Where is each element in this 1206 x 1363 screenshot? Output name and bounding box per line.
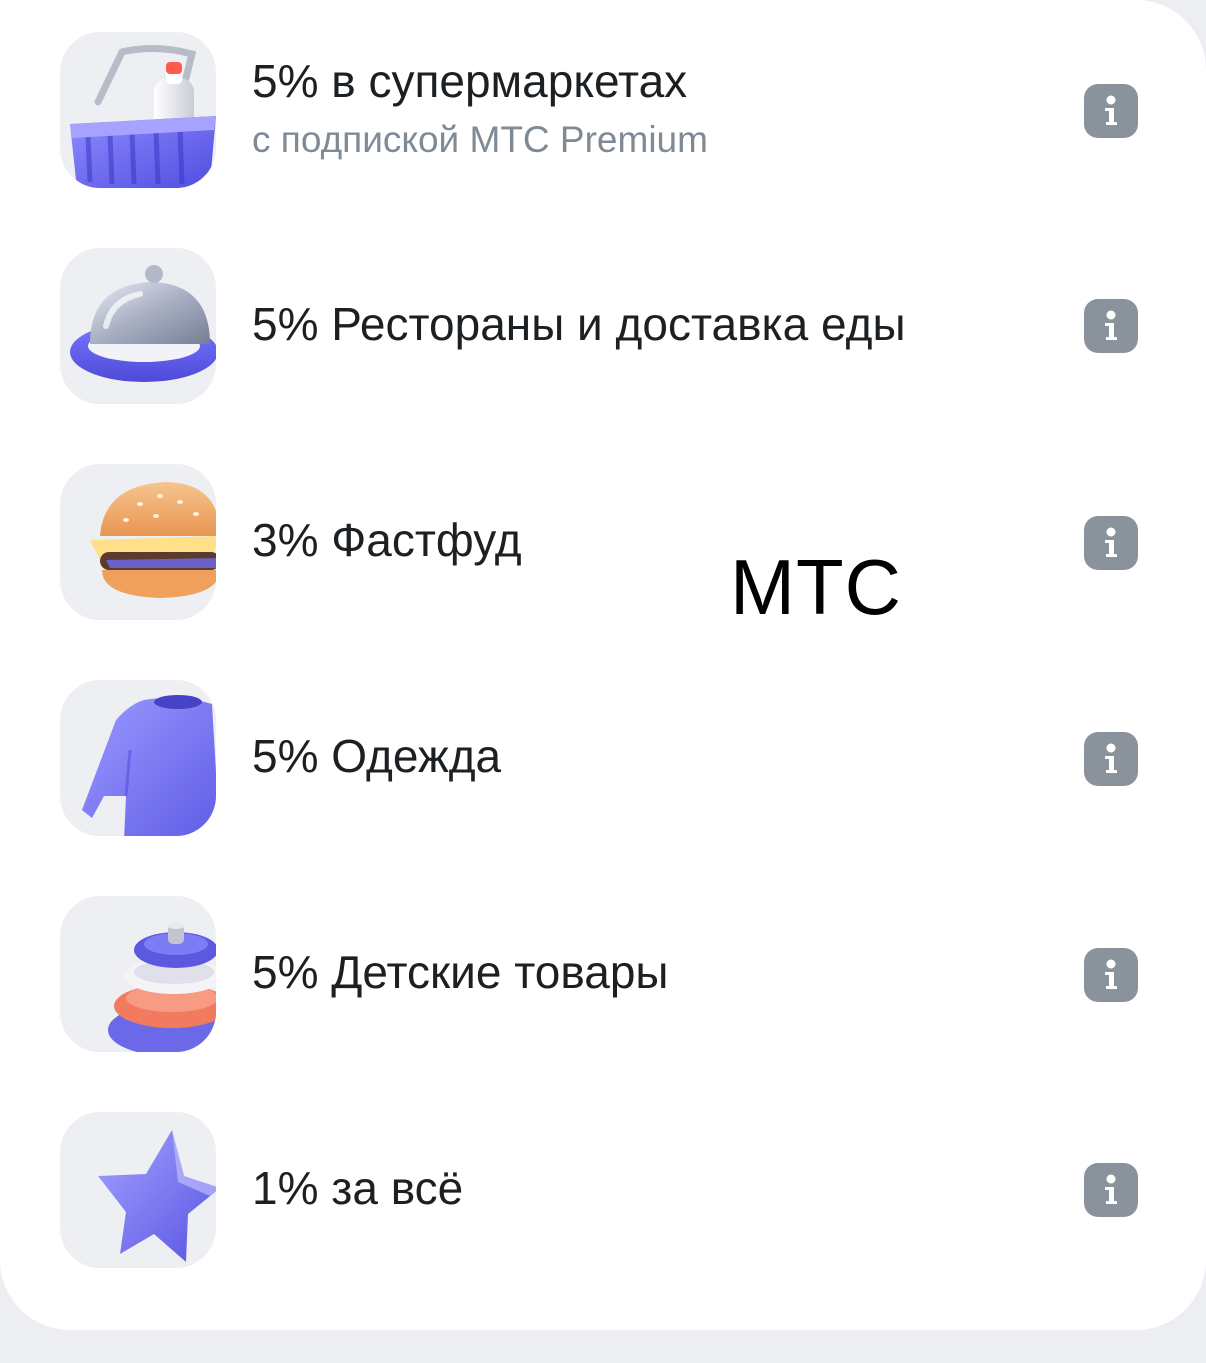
info-icon — [1105, 743, 1117, 773]
cashback-item-title: 3% Фастфуд — [252, 514, 522, 566]
cashback-item-text: 5% Детские товары — [252, 864, 669, 1080]
info-icon — [1105, 959, 1117, 989]
watermark-label: МТС — [730, 543, 902, 631]
cashback-item-text: 1% за всё — [252, 1080, 463, 1296]
cashback-item-kids-goods[interactable]: 5% Детские товары — [0, 864, 1206, 1080]
info-icon — [1105, 1174, 1117, 1204]
cashback-item-text: 5% в супермаркетах с подпиской МТС Premi… — [252, 0, 708, 216]
food-cloche-icon — [60, 248, 216, 404]
cashback-item-subtitle: с подпиской МТС Premium — [252, 119, 708, 160]
info-button[interactable] — [1084, 84, 1138, 138]
cashback-item-title: 5% Рестораны и доставка еды — [252, 298, 906, 350]
info-button[interactable] — [1084, 516, 1138, 570]
star-icon — [60, 1112, 216, 1268]
cashback-item-text: 5% Рестораны и доставка еды — [252, 216, 906, 432]
info-icon — [1105, 310, 1117, 340]
info-icon — [1105, 527, 1117, 557]
info-button[interactable] — [1084, 948, 1138, 1002]
shopping-basket-icon — [60, 32, 216, 188]
cashback-item-restaurants[interactable]: 5% Рестораны и доставка еды — [0, 216, 1206, 432]
stacking-rings-toy-icon — [60, 896, 216, 1052]
cashback-item-everything[interactable]: 1% за всё — [0, 1080, 1206, 1296]
cashback-item-title: 5% Одежда — [252, 730, 502, 782]
cashback-item-supermarkets[interactable]: 5% в супермаркетах с подпиской МТС Premi… — [0, 0, 1206, 216]
cashback-item-clothes[interactable]: 5% Одежда — [0, 648, 1206, 864]
cashback-item-title: 5% Детские товары — [252, 946, 669, 998]
burger-icon — [60, 464, 216, 620]
cashback-item-title: 5% в супермаркетах — [252, 55, 688, 107]
tshirt-icon — [60, 680, 216, 836]
cashback-item-text: 5% Одежда — [252, 648, 501, 864]
info-icon — [1105, 95, 1117, 125]
cashback-item-text: 3% Фастфуд — [252, 432, 522, 648]
info-button[interactable] — [1084, 1163, 1138, 1217]
info-button[interactable] — [1084, 299, 1138, 353]
cashback-item-title: 1% за всё — [252, 1162, 464, 1214]
cashback-item-fastfood[interactable]: 3% Фастфуд — [0, 432, 1206, 648]
cashback-categories-card: 5% в супермаркетах с подпиской МТС Premi… — [0, 0, 1206, 1330]
info-button[interactable] — [1084, 732, 1138, 786]
